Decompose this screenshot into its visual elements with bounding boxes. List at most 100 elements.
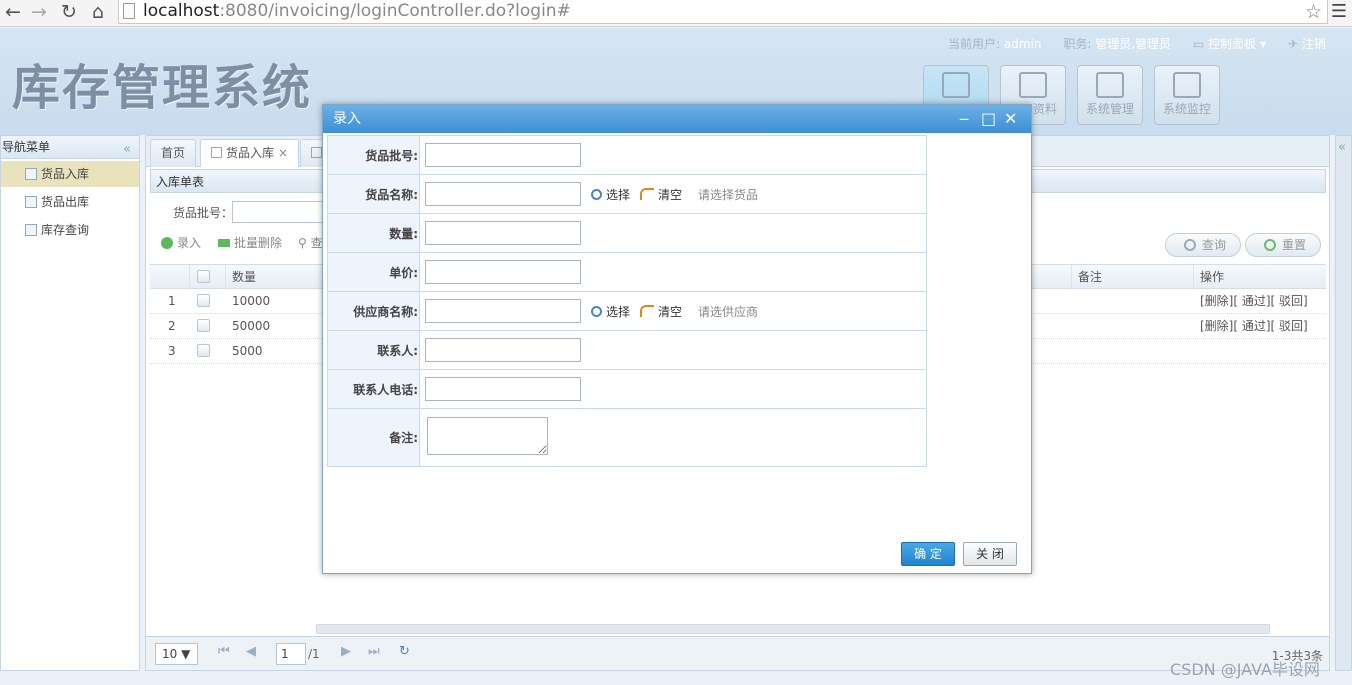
user-value: admin xyxy=(1003,37,1042,51)
form-row-contact: 联系人: xyxy=(327,330,927,370)
page-number-input[interactable]: 1 xyxy=(276,643,306,665)
close-icon[interactable]: ✕ xyxy=(1004,105,1017,133)
page-icon xyxy=(25,168,37,180)
control-panel-link[interactable]: ▭ 控制面板 ▾ xyxy=(1193,37,1284,51)
next-page-icon[interactable]: ▶ xyxy=(341,644,351,659)
row-actions[interactable] xyxy=(1194,339,1200,364)
field-label: 供应商名称: xyxy=(327,291,420,331)
row-actions[interactable]: [删除][ 通过][ 驳回] xyxy=(1194,314,1308,339)
total-pages: /1 xyxy=(308,647,320,661)
confirm-button[interactable]: 确 定 xyxy=(901,542,955,566)
sidebar-header: 导航菜单 « xyxy=(1,136,139,159)
bookmark-star-icon[interactable]: ☆ xyxy=(1305,1,1322,23)
select-all-checkbox[interactable] xyxy=(197,270,210,283)
form-row-supplier: 供应商名称: 选择 清空 请选供应商 xyxy=(327,291,927,331)
page-size-select[interactable]: 10 ▼ xyxy=(155,643,198,665)
sidebar-item-inventory-query[interactable]: 库存查询 xyxy=(1,217,139,243)
edit-icon xyxy=(942,72,970,98)
field-label: 数量: xyxy=(327,213,420,253)
row-checkbox[interactable] xyxy=(197,294,210,307)
clear-goods-button[interactable]: 清空 xyxy=(640,186,682,203)
forward-icon[interactable]: → xyxy=(28,2,50,22)
remark-textarea[interactable] xyxy=(427,417,548,455)
unit-price-input[interactable] xyxy=(425,260,581,284)
field-label: 单价: xyxy=(327,252,420,292)
browser-menu-icon[interactable]: ☰ xyxy=(1331,1,1347,22)
contact-input[interactable] xyxy=(425,338,581,362)
close-icon[interactable]: × xyxy=(278,146,288,160)
maximize-icon[interactable]: □ xyxy=(981,105,996,133)
back-icon[interactable]: ← xyxy=(2,2,24,22)
cell-qty: 50000 xyxy=(232,319,271,333)
cell-qty: 5000 xyxy=(232,344,263,358)
browser-toolbar: ← → ↻ ⌂ localhost:8080/invoicing/loginCo… xyxy=(0,0,1352,27)
search-label: 货品批号： xyxy=(173,206,234,220)
quantity-input[interactable] xyxy=(425,221,581,245)
query-button[interactable]: 查询 xyxy=(1165,233,1242,257)
search-icon xyxy=(591,305,602,317)
search-icon xyxy=(591,188,602,200)
clear-supplier-button[interactable]: 清空 xyxy=(640,303,682,320)
field-label: 备注: xyxy=(327,408,420,467)
minimize-icon[interactable]: ‒ xyxy=(959,105,969,133)
form-row-remark: 备注: xyxy=(327,408,927,467)
add-button[interactable]: 录入 xyxy=(161,234,201,251)
close-button[interactable]: 关 闭 xyxy=(963,542,1017,566)
column-header-remark[interactable]: 备注 xyxy=(1072,265,1194,290)
batch-number-input[interactable] xyxy=(425,143,581,167)
sidebar-item-stock-out[interactable]: 货品出库 xyxy=(1,189,139,215)
sidebar-title: 导航菜单 xyxy=(2,140,51,154)
logout-icon: ✈ xyxy=(1287,37,1298,51)
address-bar[interactable]: localhost:8080/invoicing/loginController… xyxy=(118,0,1328,24)
dialog-titlebar[interactable]: 录入 ‒ □ ✕ xyxy=(323,105,1031,133)
sidebar-item-stock-in[interactable]: 货品入库 xyxy=(1,161,139,187)
plus-icon xyxy=(161,237,173,249)
select-all-header xyxy=(190,265,226,290)
select-supplier-button[interactable]: 选择 xyxy=(591,303,630,320)
tab-home[interactable]: 首页 xyxy=(150,139,197,167)
logout-link[interactable]: ✈ 注销 xyxy=(1288,37,1326,51)
contact-phone-input[interactable] xyxy=(425,377,581,401)
row-actions[interactable]: [删除][ 通过][ 驳回] xyxy=(1194,289,1308,314)
prev-page-icon[interactable]: ◀ xyxy=(246,644,256,659)
select-goods-button[interactable]: 选择 xyxy=(591,186,630,203)
goods-name-input[interactable] xyxy=(425,182,581,206)
page-icon xyxy=(25,196,37,208)
collapse-right-icon[interactable]: « xyxy=(1338,140,1346,155)
first-page-icon[interactable]: ⏮ xyxy=(218,644,230,659)
horizontal-scrollbar[interactable] xyxy=(316,624,1270,634)
top-button-system-monitor[interactable]: 系统监控 xyxy=(1154,65,1220,125)
batch-delete-button[interactable]: 批量删除 xyxy=(218,234,282,251)
column-header-ops[interactable]: 操作 xyxy=(1194,265,1326,290)
batch-search-input[interactable] xyxy=(232,201,332,223)
collapse-left-icon[interactable]: « xyxy=(123,138,131,161)
field-label: 联系人电话: xyxy=(327,369,420,409)
row-number-header xyxy=(150,265,190,290)
row-checkbox[interactable] xyxy=(197,344,210,357)
top-button-system-admin[interactable]: 系统管理 xyxy=(1077,65,1143,125)
url-text: localhost:8080/invoicing/loginController… xyxy=(143,1,571,21)
minus-icon xyxy=(218,239,230,247)
search-icon: ⚲ xyxy=(298,236,307,250)
refresh-icon xyxy=(1264,239,1276,251)
sliders-icon xyxy=(1096,72,1124,98)
refresh-icon[interactable]: ↻ xyxy=(399,644,410,659)
page-icon xyxy=(211,147,222,158)
supplier-name-input[interactable] xyxy=(425,299,581,323)
query-toolbar-button[interactable]: ⚲ 查 xyxy=(298,234,323,251)
tab-stock-in[interactable]: 货品入库 × xyxy=(200,139,300,167)
home-icon[interactable]: ⌂ xyxy=(87,2,109,22)
edit-icon xyxy=(1019,72,1047,98)
row-checkbox[interactable] xyxy=(197,319,210,332)
entry-dialog: 录入 ‒ □ ✕ 货品批号: 货品名称: 选择 清空 请选择货品 数量: 单价: 供… xyxy=(322,104,1032,574)
page-icon xyxy=(123,3,135,19)
row-number: 2 xyxy=(168,319,176,333)
form-row-batch: 货品批号: xyxy=(327,135,927,175)
reset-button[interactable]: 重置 xyxy=(1245,233,1322,257)
user-label: 当前用户: xyxy=(948,37,1001,51)
pagination-bar: 10 ▼ ⏮ ◀ 1 /1 ▶ ⏭ ↻ 1-3共3条 xyxy=(146,636,1329,670)
chevron-down-icon: ▾ xyxy=(1260,37,1267,51)
form-row-name: 货品名称: 选择 清空 请选择货品 xyxy=(327,174,927,214)
reload-icon[interactable]: ↻ xyxy=(58,2,80,22)
last-page-icon[interactable]: ⏭ xyxy=(368,644,380,659)
